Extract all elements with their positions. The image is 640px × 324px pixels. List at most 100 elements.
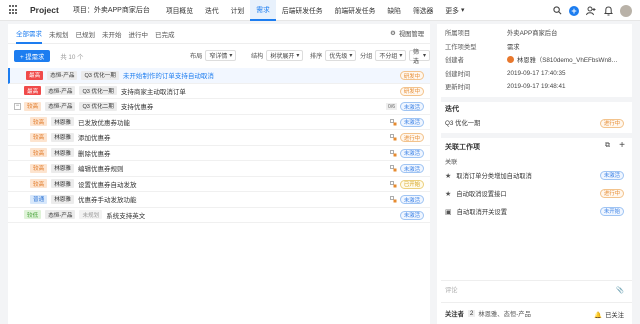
status-badge[interactable]: 研发中 <box>399 71 424 80</box>
item-title[interactable]: 支持商家主动取消订单 <box>121 86 186 96</box>
field-value[interactable]: 林恩雅（S810demo_VhEFbsWn8… <box>507 55 618 64</box>
owner-tag: 态恒-产品 <box>47 70 78 80</box>
nav-item[interactable]: 项目概览 <box>160 0 199 21</box>
user-avatar[interactable] <box>620 4 632 17</box>
priority-tag: 普通 <box>30 194 48 204</box>
owner-tag: 林恩雅 <box>51 132 74 142</box>
field-value-text: 林恩雅（S810demo_VhEFbsWn8… <box>517 57 618 65</box>
detail-field: 创建者 林恩雅（S810demo_VhEFbsWn8… <box>441 53 632 67</box>
list-item[interactable]: 普通 林恩雅 优惠券手动发放功能 未激活 <box>8 192 430 208</box>
structure-select[interactable]: 树状展开 ▾ <box>266 50 304 61</box>
status-badge[interactable]: 已开始 <box>399 179 424 189</box>
iteration-item[interactable]: Q3 优化一期 进行中 <box>441 116 632 130</box>
project-name[interactable]: 项目：外卖APP商家后台 <box>73 5 150 15</box>
chevron-down-icon: ▾ <box>422 53 426 59</box>
filter-select[interactable]: 筛选 ▾ <box>409 50 430 65</box>
status-badge[interactable]: 未激活 <box>399 117 424 127</box>
related-label: 关联 <box>445 158 458 166</box>
status-badge[interactable]: 未激活 <box>399 195 424 204</box>
app-brand[interactable]: Project <box>30 5 59 15</box>
top-navigation-bar: Project 项目：外卖APP商家后台 项目概览 迭代 计划 需求 后端研发任务 前端研… <box>0 0 640 21</box>
list-item[interactable]: 最高 态恒-产品 Q3 优化一期 未开始制作的订单支持自动取消 研发中 <box>8 68 430 84</box>
field-value[interactable]: 外卖APP商家后台 <box>507 28 557 37</box>
field-value[interactable]: 需求 <box>507 42 520 51</box>
status-badge[interactable]: 未激活 <box>399 164 424 173</box>
status-tab[interactable]: 已完成 <box>155 24 175 44</box>
priority-tag: 最高 <box>26 70 44 80</box>
nav-item[interactable]: 迭代 <box>199 0 225 21</box>
new-requirement-button[interactable]: + 提需求 <box>14 50 51 62</box>
iteration-section-title: 迭代 <box>445 105 459 113</box>
list-item[interactable]: 最高 态恒-产品 Q3 优化一期 支持商家主动取消订单 研发中 <box>8 84 430 99</box>
related-item[interactable]: ★ 取消订单分类增加自动取消 未激活 <box>441 167 632 185</box>
item-title[interactable]: 支持优惠券 <box>121 101 154 111</box>
list-item[interactable]: 较高 林恩雅 已发放优惠券功能 未激活 <box>8 115 430 130</box>
item-title[interactable]: 设置优惠券自动发放 <box>78 179 137 189</box>
subtask-count: 0/6 <box>386 103 397 110</box>
search-icon[interactable] <box>552 6 562 16</box>
status-tab[interactable]: 已规划 <box>76 24 96 44</box>
status-badge[interactable]: 进行中 <box>399 133 424 142</box>
field-value-text: 外卖APP商家后台 <box>507 30 558 38</box>
item-title[interactable]: 未开始制作的订单支持自动取消 <box>123 70 214 80</box>
list-item[interactable]: − 较高 态恒-产品 Q3 优化二期 支持优惠券 0/6 未激活 <box>8 99 430 115</box>
related-item[interactable]: ▣ 自动取消开关设置 未开始 <box>441 203 632 221</box>
group-select[interactable]: 不分组 ▾ <box>375 50 407 61</box>
related-title: 取消订单分类增加自动取消 <box>456 173 532 180</box>
status-badge[interactable]: 研发中 <box>399 86 424 96</box>
create-plus-icon[interactable]: + <box>569 5 579 16</box>
item-title[interactable]: 优惠券手动发放功能 <box>78 194 137 204</box>
status-badge[interactable]: 未激活 <box>399 148 424 158</box>
nav-item[interactable]: 缺陷 <box>381 0 407 21</box>
followed-button[interactable]: 🔔 已关注 <box>594 310 624 320</box>
list-item[interactable]: 较低 态恒-产品 未规划 系统支持英文 未激活 <box>8 208 430 223</box>
add-related-icon[interactable]: + <box>619 140 625 151</box>
item-title[interactable]: 编辑优惠券规则 <box>78 163 124 173</box>
item-title[interactable]: 删除优惠券 <box>78 148 111 158</box>
bell-icon[interactable] <box>603 5 613 16</box>
priority-tag: 最高 <box>24 86 42 96</box>
field-value[interactable]: 2019-09-17 17:40:35 <box>507 70 565 77</box>
app-grid-icon[interactable] <box>9 5 19 15</box>
attachment-icon[interactable]: 📎 <box>616 286 624 294</box>
status-badge[interactable]: 未激活 <box>399 210 424 220</box>
status-tab[interactable]: 未开始 <box>102 24 122 44</box>
collapse-toggle-icon[interactable]: − <box>14 102 21 110</box>
nav-item[interactable]: 后端研发任务 <box>276 0 329 21</box>
item-title[interactable]: 系统支持英文 <box>106 210 145 220</box>
requirements-list-panel: 全部需求 未规划 已规划 未开始 进行中 已完成 ⚙ 视图管理 + 提需求 共 10 个 … <box>8 24 430 324</box>
status-tab[interactable]: 进行中 <box>129 24 149 44</box>
nav-item[interactable]: 计划 <box>225 0 251 21</box>
add-member-icon[interactable] <box>586 6 596 16</box>
chevron-down-icon: ▾ <box>460 7 465 14</box>
chevron-down-icon: ▾ <box>349 53 353 59</box>
status-tab[interactable]: 未规划 <box>49 24 69 44</box>
item-title[interactable]: 已发放优惠券功能 <box>78 117 130 127</box>
nav-item[interactable]: 更多 ▾ <box>439 0 470 21</box>
priority-tag: 较低 <box>24 210 42 220</box>
field-value[interactable]: 2019-09-17 19:48:41 <box>507 83 565 90</box>
nav-item[interactable]: 需求 <box>250 0 276 21</box>
priority-tag: 较高 <box>30 117 48 127</box>
comment-input[interactable]: 评论 📎 <box>441 280 632 298</box>
detail-panel: 所属项目 外卖APP商家后台 工作项类型 需求 创建者 林恩雅（S810demo_VhEF… <box>437 24 632 324</box>
followed-label: 已关注 <box>605 312 624 319</box>
status-badge[interactable]: 未激活 <box>399 102 424 111</box>
sort-label: 排序 <box>310 53 323 60</box>
view-manage-button[interactable]: ⚙ 视图管理 <box>390 29 424 38</box>
nav-item[interactable]: 前端研发任务 <box>329 0 382 21</box>
list-item[interactable]: 较高 林恩雅 设置优惠券自动发放 已开始 <box>8 177 430 192</box>
list-item[interactable]: 较高 林恩雅 添加优惠券 进行中 <box>8 130 430 146</box>
layout-select[interactable]: 窄详情 ▾ <box>205 50 237 61</box>
nav-item[interactable]: 筛选器 <box>407 0 439 21</box>
list-item[interactable]: 较高 林恩雅 编辑优惠券规则 未激活 <box>8 161 430 177</box>
related-item[interactable]: ★ 自动取消设置接口 进行中 <box>441 185 632 203</box>
sort-select[interactable]: 优先级 ▾ <box>325 50 357 61</box>
subtask-icon <box>390 180 397 188</box>
list-item[interactable]: 较高 林恩雅 删除优惠券 未激活 <box>8 146 430 161</box>
detail-field: 工作项类型 需求 <box>441 40 632 54</box>
status-tab[interactable]: 全部需求 <box>16 24 42 44</box>
item-title[interactable]: 添加优惠券 <box>78 132 111 142</box>
followers-names[interactable]: 林恩雅、态恒-产品 <box>478 309 530 318</box>
link-icon[interactable]: ⧉ <box>605 142 610 150</box>
